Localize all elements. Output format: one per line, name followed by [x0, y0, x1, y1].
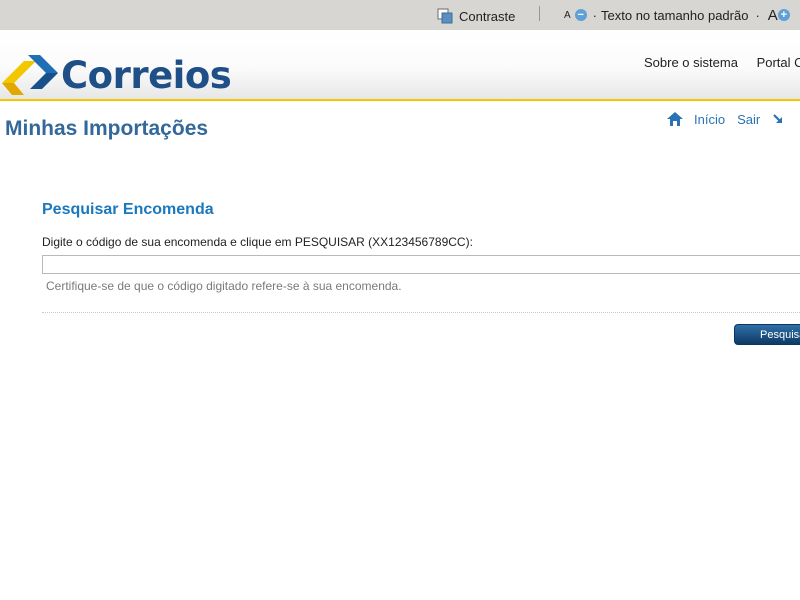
search-instruction: Digite o código de sua encomenda e cliqu… [42, 235, 473, 249]
section-divider [42, 312, 800, 313]
font-small-letter: A [564, 9, 571, 21]
header-links: Sobre o sistema Portal C [644, 55, 800, 70]
exit-arrow-icon[interactable] [772, 113, 784, 125]
page: Contraste A − · Texto no tamanho padrão … [0, 0, 800, 600]
separator-dot: · [592, 7, 598, 23]
logo-text: Correios [61, 54, 232, 97]
search-button[interactable]: Pesquisar [734, 324, 800, 345]
font-large-letter: A [767, 6, 778, 24]
contrast-toggle[interactable]: Contraste [437, 7, 515, 25]
home-icon[interactable] [667, 112, 683, 126]
user-nav: Início Sair [667, 110, 784, 128]
search-section-title: Pesquisar Encomenda [42, 201, 214, 218]
page-title: Minhas Importações [5, 117, 209, 140]
decrease-font-button[interactable]: − [574, 9, 587, 21]
tracking-code-input[interactable] [42, 255, 800, 274]
portal-link[interactable]: Portal C [757, 55, 800, 70]
correios-logo[interactable] [2, 53, 60, 97]
font-size-controls: A − · Texto no tamanho padrão · A + [564, 6, 790, 24]
accessibility-bar: Contraste A − · Texto no tamanho padrão … [0, 0, 800, 31]
separator-dot: · [755, 7, 760, 23]
increase-font-button[interactable]: + [777, 9, 790, 21]
home-link[interactable]: Início [694, 112, 725, 127]
default-font-size-link[interactable]: Texto no tamanho padrão [601, 8, 748, 23]
search-hint: Certifique-se de que o código digitado r… [46, 279, 402, 293]
about-system-link[interactable]: Sobre o sistema [644, 55, 738, 70]
logo-icon [2, 55, 58, 95]
contrast-icon [437, 8, 453, 24]
separator-line [539, 6, 540, 21]
contrast-label: Contraste [459, 8, 516, 24]
header-divider [0, 99, 800, 101]
logout-link[interactable]: Sair [737, 112, 760, 127]
